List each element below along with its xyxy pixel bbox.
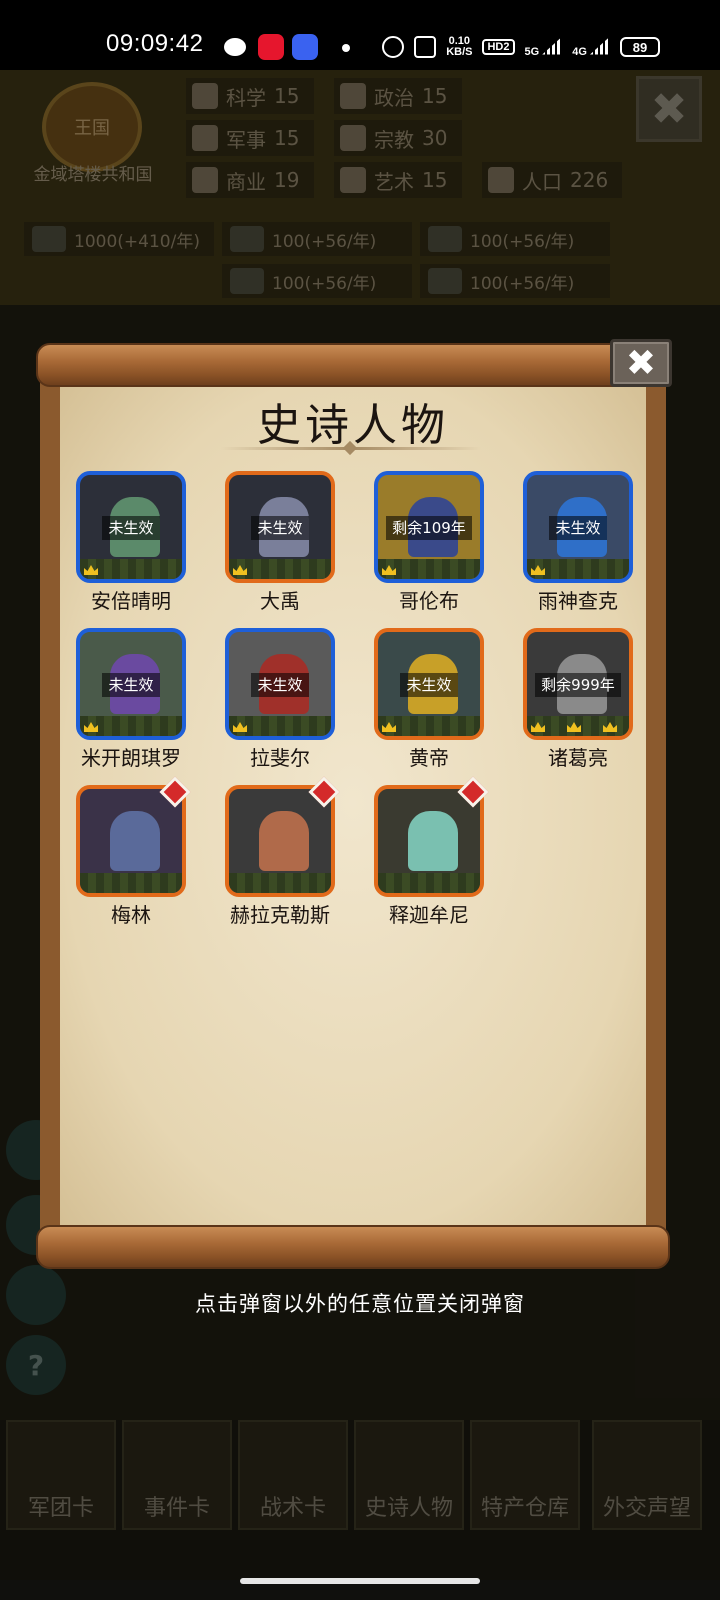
grass-decoration — [527, 716, 629, 736]
character-portrait: 未生效 — [76, 628, 186, 740]
grass-decoration — [229, 873, 331, 893]
character-portrait: 未生效 — [225, 471, 335, 583]
character-portrait: 剩余999年 — [523, 628, 633, 740]
grass-decoration — [527, 559, 629, 579]
battery-icon: 89 — [620, 37, 660, 57]
character-name: 安倍晴明 — [91, 589, 171, 613]
character-name: 大禹 — [260, 589, 300, 613]
epic-characters-modal: 史诗人物 ✖ 未生效 安倍晴明 未生效 大禹 剩余109年 哥伦布 未生效 雨神… — [36, 339, 672, 1269]
character-portrait: 剩余109年 — [374, 471, 484, 583]
character-figure — [408, 811, 458, 871]
character-name: 黄帝 — [409, 746, 449, 770]
grass-decoration — [80, 559, 182, 579]
grass-decoration — [229, 559, 331, 579]
dismiss-hint: 点击弹窗以外的任意位置关闭弹窗 — [195, 1292, 525, 1316]
scroll-rod-top — [36, 343, 670, 387]
hd-icon: HD2 — [482, 39, 515, 55]
character-figure — [110, 811, 160, 871]
grass-decoration — [80, 716, 182, 736]
wechat-icon — [224, 38, 246, 56]
status-time: 09:09:42 — [106, 30, 204, 57]
signal-bars-icon — [590, 36, 610, 55]
title-divider — [221, 447, 481, 450]
character-portrait: 未生效 — [76, 471, 186, 583]
grass-decoration — [229, 716, 331, 736]
signal-5g: 5G — [525, 36, 563, 58]
character-name: 米开朗琪罗 — [81, 746, 181, 770]
tieba-icon — [292, 34, 318, 60]
grass-decoration — [378, 559, 480, 579]
alarm-icon — [382, 36, 405, 58]
grass-decoration — [80, 873, 182, 893]
character-name: 哥伦布 — [399, 589, 459, 613]
character-card-shakyamuni[interactable]: 释迦牟尼 — [374, 776, 526, 935]
close-icon: ✖ — [625, 342, 657, 384]
status-right: 0.10 KB/S HD2 5G 4G 89 — [382, 32, 660, 62]
grass-decoration — [378, 873, 480, 893]
character-card-chaac[interactable]: 未生效 雨神查克 — [523, 471, 675, 621]
character-name: 诸葛亮 — [548, 746, 608, 770]
notification-dot-icon — [342, 44, 350, 52]
weibo-icon — [258, 34, 284, 60]
character-portrait: 未生效 — [523, 471, 633, 583]
character-portrait: 未生效 — [225, 628, 335, 740]
character-name: 梅林 — [111, 903, 151, 927]
signal-bars-icon — [542, 36, 563, 55]
modal-close-button[interactable]: ✖ — [610, 339, 672, 387]
character-name: 雨神查克 — [538, 589, 618, 613]
character-figure — [259, 811, 309, 871]
character-portrait: 未生效 — [374, 628, 484, 740]
net-speed: 0.10 KB/S — [446, 35, 473, 58]
character-card-zhuge-liang[interactable]: 剩余999年 诸葛亮 — [523, 628, 675, 778]
scroll-rod-bottom — [36, 1225, 670, 1269]
character-name: 赫拉克勒斯 — [230, 903, 330, 927]
signal-4g: 4G — [572, 36, 610, 58]
character-name: 释迦牟尼 — [389, 903, 469, 927]
status-bar: 09:09:42 0.10 KB/S HD2 5G 4G 89 — [0, 0, 720, 70]
character-name: 拉斐尔 — [250, 746, 310, 770]
home-gesture-bar[interactable] — [240, 1578, 480, 1584]
grass-decoration — [378, 716, 480, 736]
mute-icon — [414, 36, 437, 58]
